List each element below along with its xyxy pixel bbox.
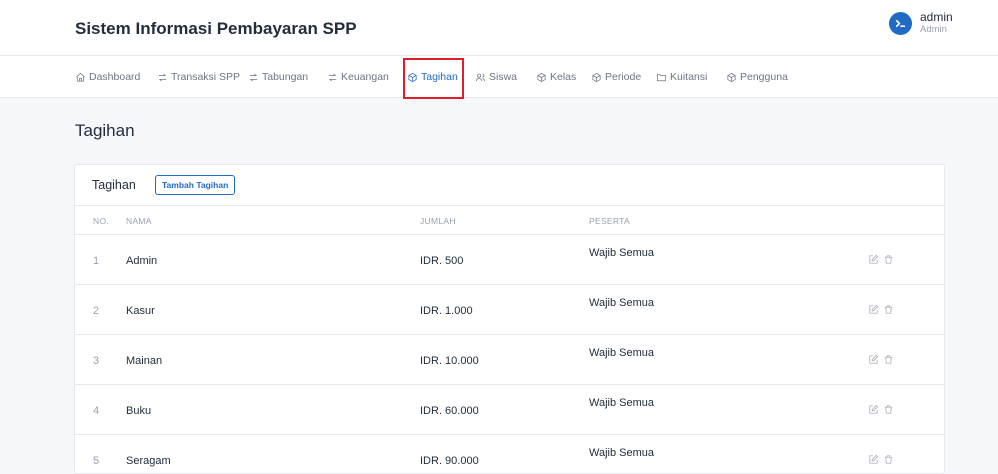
box-icon — [592, 72, 601, 82]
table-row: 1 Admin IDR. 500 Wajib Semua — [75, 235, 944, 285]
edit-icon[interactable] — [868, 454, 879, 465]
transfer-icon — [158, 73, 167, 81]
main-nav: Dashboard Transaksi SPP Tabungan Keuanga… — [0, 56, 998, 98]
nav-label: Transaksi SPP — [171, 71, 241, 83]
row-nama: Admin — [126, 255, 158, 267]
table-row: 5 Seragam IDR. 90.000 Wajib Semua — [75, 435, 944, 473]
nav-label: Kelas — [550, 71, 577, 83]
nav-label: Tabungan — [262, 71, 309, 83]
nav-label: Dashboard — [89, 71, 141, 83]
tagihan-card: Tagihan Tambah Tagihan NO. NAMA JUMLAH P… — [74, 164, 945, 474]
row-actions — [868, 454, 894, 465]
nav-label: Tagihan — [421, 71, 458, 83]
user-name[interactable]: admin — [920, 10, 953, 24]
row-nama: Buku — [126, 405, 152, 417]
row-nama: Seragam — [126, 455, 171, 467]
transfer-icon — [249, 73, 258, 81]
row-number: 1 — [93, 255, 100, 267]
row-peserta: Wajib Semua — [589, 447, 655, 459]
box-icon — [408, 72, 417, 82]
page-title: Tagihan — [75, 121, 135, 140]
row-number: 2 — [93, 305, 100, 317]
avatar[interactable] — [889, 12, 912, 35]
nav-item-keuangan[interactable]: Keuangan — [327, 56, 389, 98]
row-peserta: Wajib Semua — [589, 297, 655, 309]
folder-icon — [657, 73, 666, 81]
nav-item-periode[interactable]: Periode — [591, 56, 641, 98]
nav-item-tabungan[interactable]: Tabungan — [248, 56, 308, 98]
row-nama: Mainan — [126, 355, 163, 367]
column-header-jumlah: JUMLAH — [420, 216, 456, 226]
nav-item-kuitansi[interactable]: Kuitansi — [656, 56, 707, 98]
row-jumlah: IDR. 500 — [420, 255, 464, 267]
nav-item-kelas[interactable]: Kelas — [536, 56, 576, 98]
column-header-no: NO. — [93, 216, 110, 226]
card-header: Tagihan Tambah Tagihan — [75, 165, 944, 206]
nav-item-dashboard[interactable]: Dashboard — [75, 56, 140, 98]
nav-label: Keuangan — [341, 71, 389, 83]
row-peserta: Wajib Semua — [589, 247, 655, 259]
trash-icon[interactable] — [883, 304, 894, 315]
row-number: 3 — [93, 355, 100, 367]
trash-icon[interactable] — [883, 454, 894, 465]
transfer-icon — [328, 73, 337, 81]
nav-item-siswa[interactable]: Siswa — [475, 56, 517, 98]
row-number: 4 — [93, 405, 100, 417]
nav-label: Periode — [605, 71, 642, 83]
edit-icon[interactable] — [868, 254, 879, 265]
box-icon — [537, 72, 546, 82]
row-actions — [868, 354, 894, 365]
nav-item-tagihan[interactable]: Tagihan — [407, 56, 458, 98]
terminal-icon — [895, 19, 906, 28]
nav-label: Pengguna — [740, 71, 788, 83]
user-role: Admin — [920, 24, 947, 35]
add-tagihan-button[interactable]: Tambah Tagihan — [155, 175, 236, 195]
row-number: 5 — [93, 455, 100, 467]
nav-item-transaksi-spp[interactable]: Transaksi SPP — [157, 56, 240, 98]
users-icon — [476, 73, 485, 81]
row-jumlah: IDR. 10.000 — [420, 355, 479, 367]
trash-icon[interactable] — [883, 404, 894, 415]
edit-icon[interactable] — [868, 304, 879, 315]
row-actions — [868, 404, 894, 415]
row-peserta: Wajib Semua — [589, 347, 655, 359]
row-peserta: Wajib Semua — [589, 397, 655, 409]
row-jumlah: IDR. 90.000 — [420, 455, 479, 467]
nav-label: Siswa — [489, 71, 518, 83]
trash-icon[interactable] — [883, 354, 894, 365]
row-actions — [868, 254, 894, 265]
card-title: Tagihan — [92, 178, 136, 192]
table-header: NO. NAMA JUMLAH PESERTA — [75, 206, 944, 235]
app-title: Sistem Informasi Pembayaran SPP — [75, 19, 357, 38]
table-row: 3 Mainan IDR. 10.000 Wajib Semua — [75, 335, 944, 385]
nav-item-pengguna[interactable]: Pengguna — [726, 56, 788, 98]
box-icon — [727, 72, 736, 82]
row-jumlah: IDR. 60.000 — [420, 405, 479, 417]
column-header-nama: NAMA — [126, 216, 152, 226]
table-row: 4 Buku IDR. 60.000 Wajib Semua — [75, 385, 944, 435]
home-icon — [76, 72, 85, 82]
edit-icon[interactable] — [868, 354, 879, 365]
nav-label: Kuitansi — [670, 71, 708, 83]
edit-icon[interactable] — [868, 404, 879, 415]
column-header-peserta: PESERTA — [589, 216, 630, 226]
row-actions — [868, 304, 894, 315]
trash-icon[interactable] — [883, 254, 894, 265]
row-nama: Kasur — [126, 305, 155, 317]
app-header: Sistem Informasi Pembayaran SPP admin Ad… — [0, 0, 998, 56]
table-row: 2 Kasur IDR. 1.000 Wajib Semua — [75, 285, 944, 335]
row-jumlah: IDR. 1.000 — [420, 305, 473, 317]
